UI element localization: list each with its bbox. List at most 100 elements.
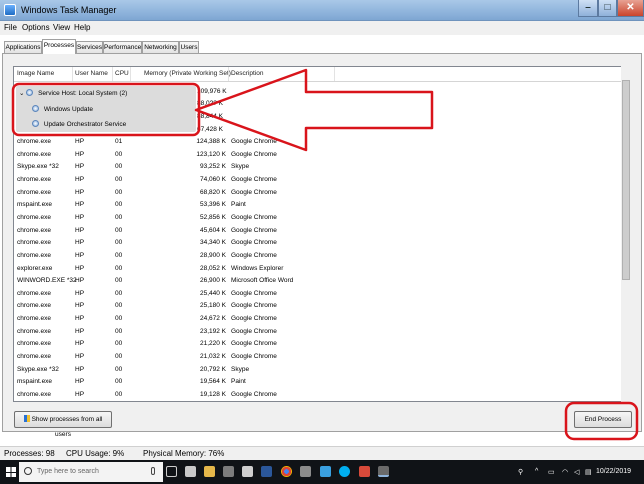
store-icon[interactable] <box>223 466 234 477</box>
cell-image-name: chrome.exe <box>17 327 51 335</box>
cell-cpu: 00 <box>115 226 123 234</box>
cell-memory: 74,060 K <box>199 175 226 183</box>
cell-description: Paint <box>231 378 246 386</box>
cell-description: Google Chrome <box>231 391 277 398</box>
list-header: Image Name User Name CPU Memory (Private… <box>14 67 629 82</box>
table-row[interactable]: chrome.exe HP 00 45,604 K Google Chrome <box>14 225 614 238</box>
column-description[interactable]: Description <box>231 70 264 77</box>
end-process-button[interactable]: End Process <box>574 411 632 428</box>
cell-cpu: 00 <box>115 239 123 247</box>
gear-icon <box>32 120 39 127</box>
cell-description: Google Chrome <box>231 188 277 196</box>
show-all-users-button[interactable]: Show processes from all users <box>14 411 112 438</box>
cell-cpu: 00 <box>115 302 123 310</box>
cell-description: Google Chrome <box>231 138 277 145</box>
table-row[interactable]: chrome.exe HP 00 52,856 K Google Chrome <box>14 212 614 225</box>
menu-help[interactable]: Help <box>74 23 90 32</box>
edge-icon[interactable] <box>185 466 196 477</box>
table-row[interactable]: WINWORD.EXE *32 HP 00 26,900 K Microsoft Off… <box>14 275 614 288</box>
mail-icon[interactable] <box>242 466 253 477</box>
cell-user-name: HP <box>75 340 85 348</box>
table-row[interactable]: chrome.exe HP 00 19,128 K Google Chrome <box>14 389 614 401</box>
child-name: Windows Update <box>43 106 93 113</box>
table-row[interactable]: chrome.exe HP 00 123,120 K Google Chrome <box>14 149 614 162</box>
table-row[interactable]: chrome.exe HP 00 28,900 K Google Chrome <box>14 250 614 263</box>
child-memory: 88,0?? K <box>197 100 224 107</box>
people-icon[interactable]: ⚲ <box>518 468 523 476</box>
calculator-icon[interactable] <box>300 466 311 477</box>
task-manager-taskbar-icon[interactable] <box>378 466 389 477</box>
microphone-icon[interactable] <box>151 467 155 475</box>
cell-description: Microsoft Office Word <box>231 277 294 285</box>
table-row[interactable]: chrome.exe HP 00 25,440 K Google Chrome <box>14 288 614 301</box>
table-row[interactable]: mspaint.exe HP 00 19,564 K Paint <box>14 376 614 389</box>
column-memory[interactable]: Memory (Private Working Set) <box>144 70 231 77</box>
table-row[interactable]: chrome.exe HP 00 68,820 K Google Chrome <box>14 187 614 200</box>
title-bar[interactable]: Windows Task Manager – □ ✕ <box>0 0 644 21</box>
windows-start-icon[interactable] <box>6 467 16 477</box>
taskbar-date[interactable]: 10/22/2019 <box>596 468 631 475</box>
group-child-update-orchestrator[interactable]: Update Orchestrator Service <box>32 120 126 128</box>
cell-image-name: chrome.exe <box>17 391 51 398</box>
paint-icon[interactable] <box>320 466 331 477</box>
media-icon[interactable] <box>359 466 370 477</box>
tab-processes[interactable]: Processes <box>42 39 76 54</box>
table-row[interactable]: chrome.exe HP 01 124,388 K Google Chrome <box>14 136 614 149</box>
column-cpu[interactable]: CPU <box>115 70 129 77</box>
cell-user-name: HP <box>75 289 85 297</box>
cell-image-name: chrome.exe <box>17 213 51 221</box>
cell-user-name: HP <box>75 138 85 145</box>
group-title: Service Host: Local System (2) <box>38 90 128 97</box>
table-row[interactable]: Skype.exe *32 HP 00 20,792 K Skype <box>14 364 614 377</box>
chevron-down-icon[interactable]: ⌄ <box>19 90 24 97</box>
minimize-button[interactable]: – <box>578 0 598 17</box>
word-icon[interactable] <box>261 466 272 477</box>
notification-icon[interactable]: ▤ <box>585 468 592 476</box>
tray-chevron-icon[interactable]: ^ <box>535 468 538 475</box>
status-bar: Processes: 98 CPU Usage: 9% Physical Mem… <box>0 446 644 460</box>
task-view-icon[interactable] <box>166 466 177 477</box>
cell-memory: 123,120 K <box>196 150 226 158</box>
cell-description: Google Chrome <box>231 150 277 158</box>
gear-icon <box>32 105 39 112</box>
cell-memory: 23,192 K <box>199 327 226 335</box>
cell-memory: 124,388 K <box>196 138 226 145</box>
table-row[interactable]: chrome.exe HP 00 23,192 K Google Chrome <box>14 326 614 339</box>
cell-user-name: HP <box>75 353 85 361</box>
maximize-button[interactable]: □ <box>598 0 617 17</box>
column-user-name[interactable]: User Name <box>75 70 108 77</box>
cell-cpu: 00 <box>115 378 123 386</box>
close-button[interactable]: ✕ <box>617 0 644 17</box>
group-header[interactable]: ⌄ Service Host: Local System (2) <box>19 89 127 97</box>
cell-memory: 68,820 K <box>199 188 226 196</box>
status-memory: Physical Memory: 76% <box>143 449 225 458</box>
vertical-scrollbar[interactable] <box>621 66 631 402</box>
table-row[interactable]: chrome.exe HP 00 25,180 K Google Chrome <box>14 300 614 313</box>
volume-icon[interactable]: ◁ <box>574 468 579 476</box>
table-row[interactable]: chrome.exe HP 00 21,032 K Google Chrome <box>14 351 614 364</box>
chrome-icon[interactable] <box>281 466 292 477</box>
menu-view[interactable]: View <box>53 23 70 32</box>
cell-user-name: HP <box>75 226 85 234</box>
cell-cpu: 00 <box>115 365 123 373</box>
table-row[interactable]: chrome.exe HP 00 24,672 K Google Chrome <box>14 313 614 326</box>
table-row[interactable]: explorer.exe HP 00 28,052 K Windows Explorer <box>14 263 614 276</box>
table-row[interactable]: mspaint.exe HP 00 53,396 K Paint <box>14 199 614 212</box>
service-host-group[interactable]: ⌄ Service Host: Local System (2) Windows… <box>16 86 196 132</box>
scrollbar-thumb[interactable] <box>622 80 630 280</box>
menu-options[interactable]: Options <box>22 23 50 32</box>
table-row[interactable]: Skype.exe *32 HP 00 93,252 K Skype <box>14 161 614 174</box>
table-row[interactable]: chrome.exe HP 00 34,340 K Google Chrome <box>14 237 614 250</box>
menu-file[interactable]: File <box>4 23 17 32</box>
skype-icon[interactable] <box>339 466 350 477</box>
table-row[interactable]: chrome.exe HP 00 21,220 K Google Chrome <box>14 338 614 351</box>
cell-memory: 28,052 K <box>199 264 226 272</box>
column-image-name[interactable]: Image Name <box>17 70 54 77</box>
table-row[interactable]: chrome.exe HP 00 74,060 K Google Chrome <box>14 174 614 187</box>
group-child-windows-update[interactable]: Windows Update <box>32 105 93 113</box>
wifi-icon[interactable]: ◠ <box>562 468 568 476</box>
file-explorer-icon[interactable] <box>204 466 215 477</box>
taskbar-search[interactable]: Type here to search <box>19 462 163 482</box>
battery-icon[interactable]: ▭ <box>548 468 555 476</box>
cell-description: Google Chrome <box>231 226 277 234</box>
